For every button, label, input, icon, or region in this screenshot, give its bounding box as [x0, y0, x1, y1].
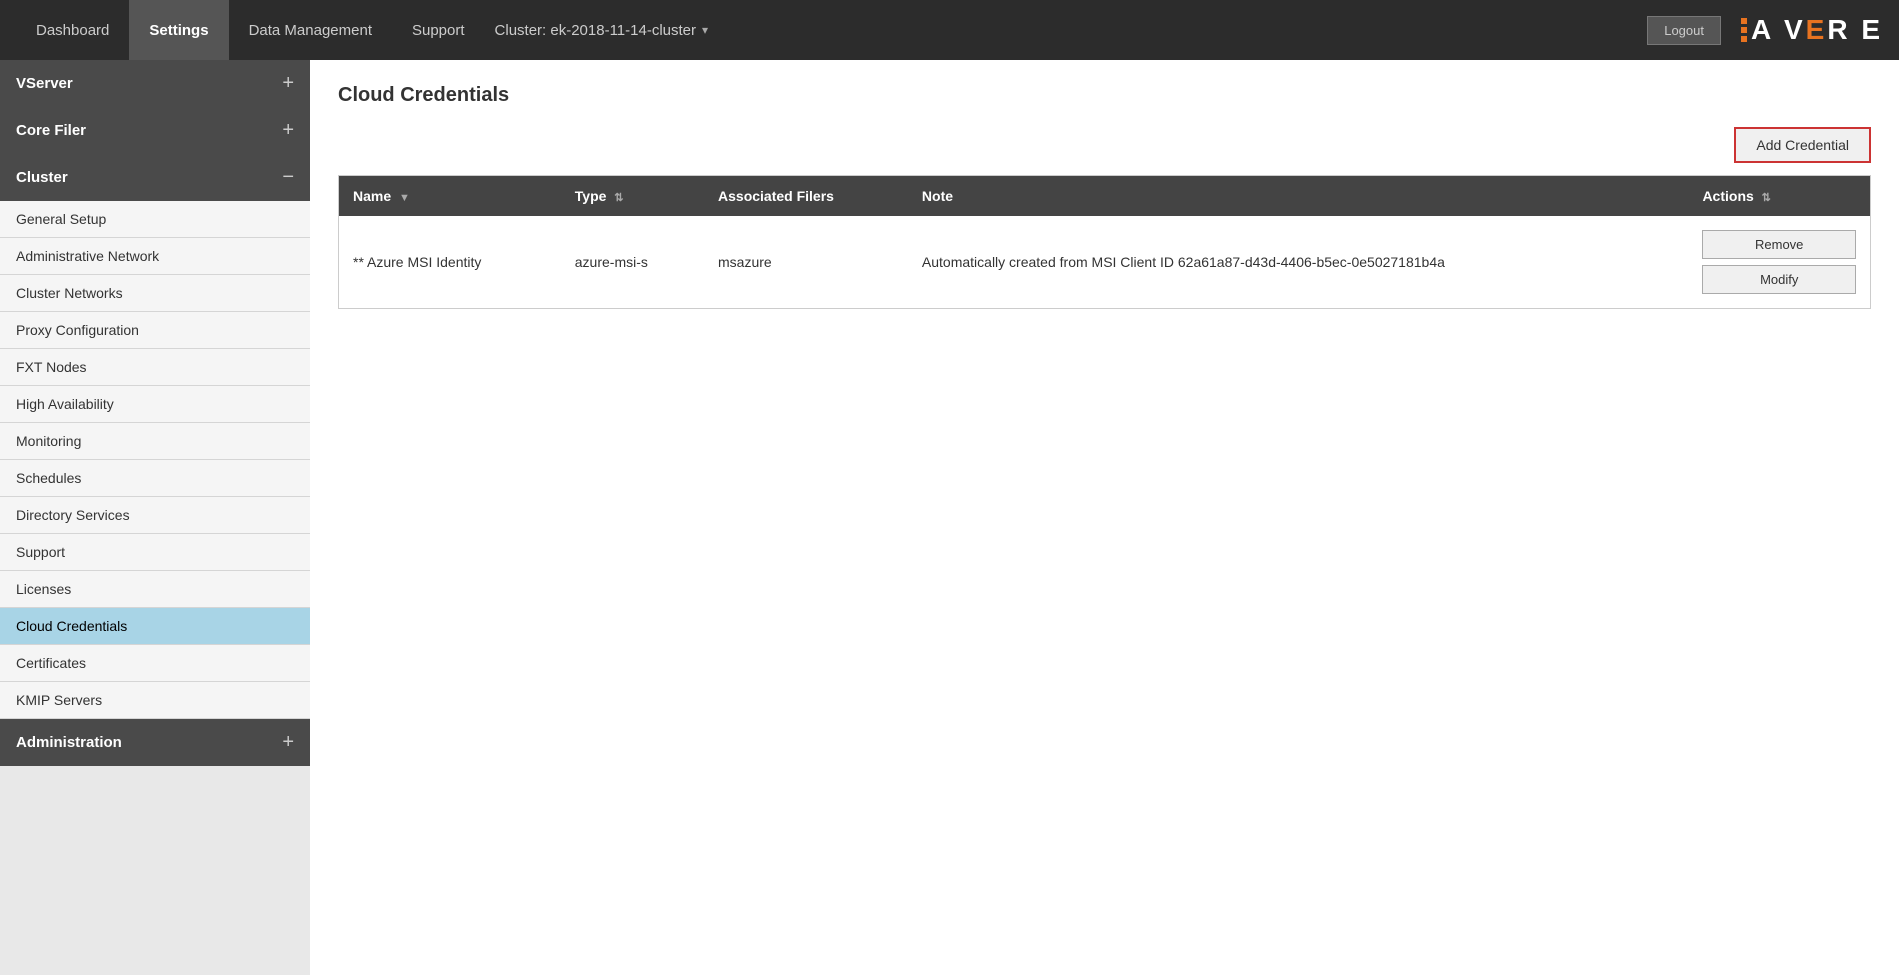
vserver-label: VServer — [16, 75, 73, 92]
sidebar-item-licenses[interactable]: Licenses — [0, 571, 310, 608]
col-note: Note — [908, 176, 1689, 217]
sidebar-item-administrative-network[interactable]: Administrative Network — [0, 238, 310, 275]
cell-actions: Remove Modify — [1688, 216, 1870, 309]
col-type[interactable]: Type ⇅ — [561, 176, 704, 217]
tab-support[interactable]: Support — [392, 0, 485, 60]
logout-button[interactable]: Logout — [1647, 16, 1721, 45]
type-sort-icon: ⇅ — [614, 192, 623, 204]
administration-toggle-icon: + — [282, 731, 294, 754]
cluster-label: Cluster: ek-2018-11-14-cluster — [495, 22, 696, 39]
topbar: Dashboard Settings Data Management Suppo… — [0, 0, 1899, 60]
corefiler-label: Core Filer — [16, 122, 86, 139]
sidebar-section-cluster[interactable]: Cluster − — [0, 154, 310, 201]
sidebar-item-general-setup[interactable]: General Setup — [0, 201, 310, 238]
avere-icon — [1741, 18, 1747, 42]
cluster-section-label: Cluster — [16, 169, 68, 186]
name-sort-icon: ▼ — [399, 192, 410, 204]
administration-label: Administration — [16, 734, 122, 751]
sidebar-item-cluster-networks[interactable]: Cluster Networks — [0, 275, 310, 312]
cluster-dropdown-arrow: ▾ — [702, 23, 708, 37]
avere-logo: A V E R E — [1741, 14, 1883, 46]
col-associated-filers: Associated Filers — [704, 176, 908, 217]
sidebar-section-vserver[interactable]: VServer + — [0, 60, 310, 107]
table-row: ** Azure MSI Identity azure-msi-s msazur… — [339, 216, 1871, 309]
cluster-selector[interactable]: Cluster: ek-2018-11-14-cluster ▾ — [495, 22, 709, 39]
sidebar-item-monitoring[interactable]: Monitoring — [0, 423, 310, 460]
main-content: Cloud Credentials Add Credential Name ▼ … — [310, 60, 1899, 975]
sidebar-item-support[interactable]: Support — [0, 534, 310, 571]
table-header-row: Name ▼ Type ⇅ Associated Filers Note Act — [339, 176, 1871, 217]
modify-button[interactable]: Modify — [1702, 265, 1856, 294]
topbar-right: Logout A V E R E — [1647, 14, 1883, 46]
sidebar-item-proxy-configuration[interactable]: Proxy Configuration — [0, 312, 310, 349]
remove-button[interactable]: Remove — [1702, 230, 1856, 259]
col-actions[interactable]: Actions ⇅ — [1688, 176, 1870, 217]
vserver-toggle-icon: + — [282, 72, 294, 95]
action-buttons: Remove Modify — [1702, 230, 1856, 294]
sidebar: VServer + Core Filer + Cluster − General… — [0, 60, 310, 975]
sidebar-item-schedules[interactable]: Schedules — [0, 460, 310, 497]
sidebar-item-high-availability[interactable]: High Availability — [0, 386, 310, 423]
add-credential-button[interactable]: Add Credential — [1734, 127, 1871, 163]
actions-sort-icon: ⇅ — [1762, 192, 1771, 204]
nav-tabs: Dashboard Settings Data Management Suppo… — [16, 0, 708, 60]
cell-type: azure-msi-s — [561, 216, 704, 309]
cell-name: ** Azure MSI Identity — [339, 216, 561, 309]
sidebar-item-certificates[interactable]: Certificates — [0, 645, 310, 682]
sidebar-item-fxt-nodes[interactable]: FXT Nodes — [0, 349, 310, 386]
layout: VServer + Core Filer + Cluster − General… — [0, 60, 1899, 975]
sidebar-section-administration[interactable]: Administration + — [0, 719, 310, 766]
page-title: Cloud Credentials — [338, 84, 1871, 107]
sidebar-section-corefiler[interactable]: Core Filer + — [0, 107, 310, 154]
cluster-toggle-icon: − — [282, 166, 294, 189]
tab-dashboard[interactable]: Dashboard — [16, 0, 129, 60]
add-btn-container: Add Credential — [338, 127, 1871, 163]
cell-note: Automatically created from MSI Client ID… — [908, 216, 1689, 309]
sidebar-item-cloud-credentials[interactable]: Cloud Credentials — [0, 608, 310, 645]
sidebar-item-directory-services[interactable]: Directory Services — [0, 497, 310, 534]
cell-associated-filers: msazure — [704, 216, 908, 309]
corefiler-toggle-icon: + — [282, 119, 294, 142]
sidebar-item-kmip-servers[interactable]: KMIP Servers — [0, 682, 310, 719]
tab-settings[interactable]: Settings — [129, 0, 228, 60]
tab-data-management[interactable]: Data Management — [229, 0, 392, 60]
col-name[interactable]: Name ▼ — [339, 176, 561, 217]
credentials-table: Name ▼ Type ⇅ Associated Filers Note Act — [338, 175, 1871, 309]
